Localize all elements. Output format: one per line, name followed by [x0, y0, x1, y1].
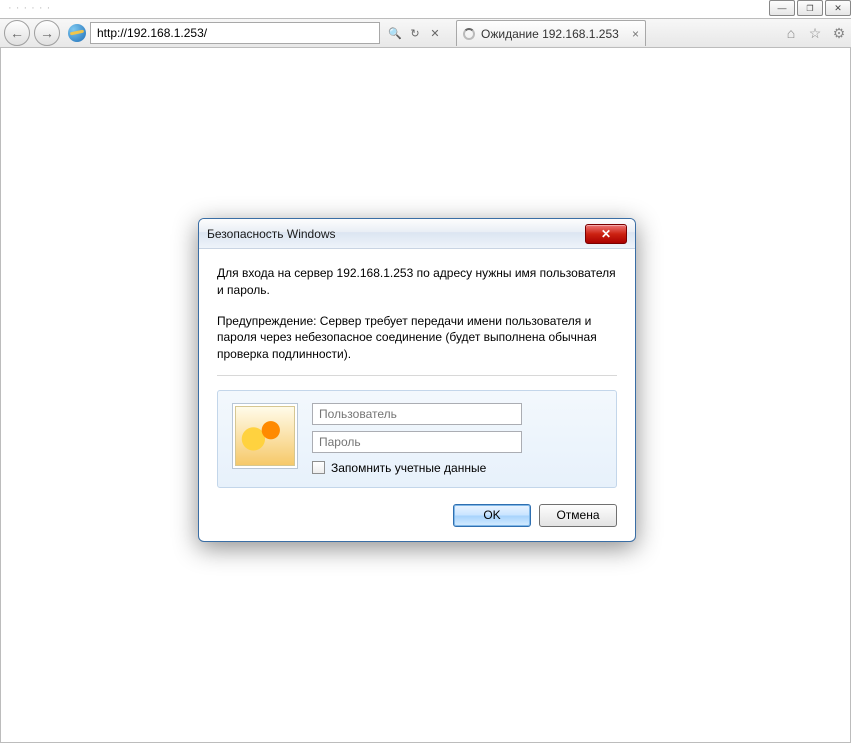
- dialog-message-1: Для входа на сервер 192.168.1.253 по адр…: [217, 265, 617, 299]
- favorites-icon[interactable]: ☆: [807, 25, 823, 42]
- search-icon[interactable]: 🔍: [388, 27, 402, 40]
- window-controls: — ❐ ✕: [769, 0, 851, 18]
- dialog-close-button[interactable]: ✕: [585, 224, 627, 244]
- dialog-titlebar[interactable]: Безопасность Windows ✕: [199, 219, 635, 249]
- tab-close-icon[interactable]: ×: [632, 27, 639, 41]
- avatar-image: [235, 406, 295, 466]
- divider: [217, 375, 617, 376]
- remember-row[interactable]: Запомнить учетные данные: [312, 461, 602, 475]
- stop-icon[interactable]: ✕: [428, 27, 442, 40]
- maximize-button[interactable]: ❐: [797, 0, 823, 16]
- settings-icon[interactable]: ⚙: [831, 25, 847, 42]
- password-input[interactable]: [312, 431, 522, 453]
- breadcrumb-ghost: · · · · · ·: [8, 2, 51, 14]
- user-avatar: [232, 403, 298, 469]
- home-icon[interactable]: ⌂: [783, 25, 799, 42]
- browser-toolbar: ← → http://192.168.1.253/ 🔍 ↻ ✕ Ожидание…: [0, 18, 851, 48]
- remember-checkbox[interactable]: [312, 461, 325, 474]
- dialog-body: Для входа на сервер 192.168.1.253 по адр…: [199, 249, 635, 541]
- refresh-icon[interactable]: ↻: [408, 27, 422, 40]
- credentials-fields: Запомнить учетные данные: [312, 403, 602, 475]
- dialog-message-2: Предупреждение: Сервер требует передачи …: [217, 313, 617, 363]
- dialog-title: Безопасность Windows: [207, 227, 336, 241]
- back-button[interactable]: ←: [4, 20, 30, 46]
- browser-tab[interactable]: Ожидание 192.168.1.253 ×: [456, 20, 646, 46]
- address-controls: 🔍 ↻ ✕: [388, 27, 442, 40]
- ok-button[interactable]: OK: [453, 504, 531, 527]
- browser-tools: ⌂ ☆ ⚙: [783, 25, 847, 42]
- dialog-buttons: OK Отмена: [217, 504, 617, 527]
- remember-label: Запомнить учетные данные: [331, 461, 486, 475]
- tab-bar: Ожидание 192.168.1.253 ×: [456, 20, 646, 46]
- username-input[interactable]: [312, 403, 522, 425]
- auth-dialog: Безопасность Windows ✕ Для входа на серв…: [198, 218, 636, 542]
- loading-spinner-icon: [463, 28, 475, 40]
- window-close-button[interactable]: ✕: [825, 0, 851, 16]
- forward-button[interactable]: →: [34, 20, 60, 46]
- ie-logo-icon: [68, 24, 86, 42]
- cancel-button[interactable]: Отмена: [539, 504, 617, 527]
- address-bar[interactable]: http://192.168.1.253/: [90, 22, 380, 44]
- tab-label: Ожидание 192.168.1.253: [481, 27, 619, 41]
- minimize-button[interactable]: —: [769, 0, 795, 16]
- credentials-panel: Запомнить учетные данные: [217, 390, 617, 488]
